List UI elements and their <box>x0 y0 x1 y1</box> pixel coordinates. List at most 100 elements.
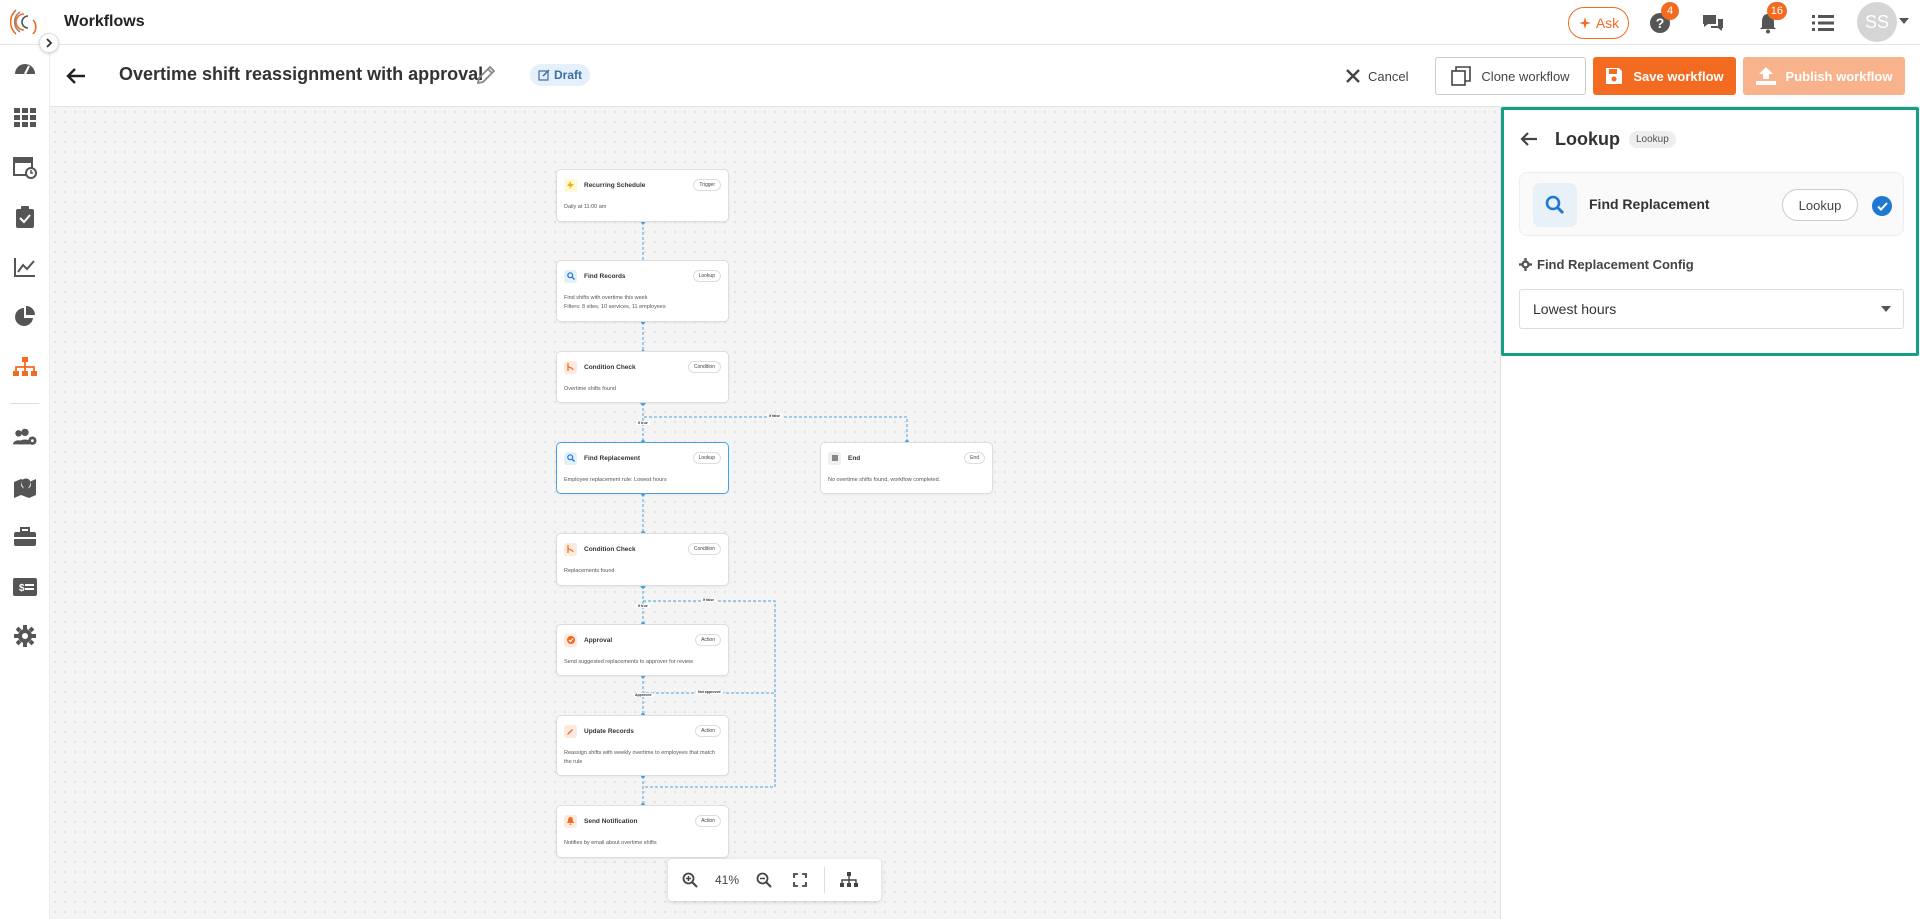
save-workflow-button[interactable]: Save workflow <box>1593 57 1736 95</box>
search-icon <box>1533 183 1577 227</box>
edge-label: Not approved <box>696 690 723 694</box>
sidebar-item-workflows[interactable] <box>13 355 37 379</box>
back-arrow-icon[interactable] <box>1519 129 1539 149</box>
node-title: Approval <box>584 636 613 644</box>
cancel-label: Cancel <box>1368 68 1409 84</box>
workflow-node[interactable]: Find Records Lookup Find shifts with ove… <box>556 260 729 322</box>
sidebar-item-jobs[interactable] <box>13 525 37 549</box>
search-icon <box>564 451 577 465</box>
ask-button[interactable]: Ask <box>1568 7 1629 39</box>
clone-label: Clone workflow <box>1481 68 1570 84</box>
sidebar-item-tasks[interactable] <box>13 205 37 229</box>
logo-icon[interactable] <box>10 4 44 38</box>
node-tag: Action <box>695 815 721 827</box>
publish-label: Publish workflow <box>1785 68 1893 84</box>
node-tag: Lookup <box>692 452 721 464</box>
node-description: No overtime shifts found, workflow compl… <box>828 477 941 483</box>
chevron-down-icon[interactable] <box>1899 18 1909 24</box>
node-title: Condition Check <box>584 545 636 553</box>
search-icon <box>564 269 577 283</box>
ask-label: Ask <box>1595 15 1620 31</box>
money-card-icon: $ <box>13 578 37 596</box>
workflow-node[interactable]: Recurring Schedule Trigger Daily at 11:0… <box>556 169 729 222</box>
zoom-out-button[interactable] <box>746 859 782 901</box>
publish-workflow-button[interactable]: Publish workflow <box>1743 57 1905 95</box>
workflow-title: Overtime shift reassignment with approva… <box>119 64 484 84</box>
sidebar-item-grid[interactable] <box>13 106 37 130</box>
workflow-node-selected[interactable]: Find Replacement Lookup Employee replace… <box>556 442 729 494</box>
edit-square-icon <box>538 69 550 81</box>
messages-button[interactable] <box>1700 10 1726 36</box>
edge-label: Approved <box>633 693 654 697</box>
top-bar: Workflows Ask ? 4 16 SS <box>0 0 1920 45</box>
panel-type-badge: Lookup <box>1629 131 1676 148</box>
clone-workflow-button[interactable]: Clone workflow <box>1435 57 1586 95</box>
back-arrow-icon[interactable] <box>65 65 87 87</box>
selected-node-card[interactable]: Find Replacement Lookup <box>1519 172 1904 236</box>
workflow-node[interactable]: Condition Check Condition Overtime shift… <box>556 351 729 403</box>
workflow-node[interactable]: Update Records Action Reassign shifts wi… <box>556 715 729 776</box>
node-tag: Condition <box>687 543 721 555</box>
sitemap-icon <box>840 872 858 887</box>
pencil-icon[interactable] <box>475 64 497 86</box>
sidebar-item-billing[interactable]: $ <box>13 575 37 599</box>
node-description: Employee replacement rule: Lowest hours <box>564 477 667 483</box>
sidebar-item-schedule[interactable] <box>13 155 37 179</box>
sidebar-item-employees[interactable] <box>13 425 37 449</box>
workflow-node[interactable]: Approval Action Send suggested replaceme… <box>556 624 729 676</box>
gauge-icon <box>15 64 35 75</box>
map-marker-icon <box>14 478 36 498</box>
svg-text:$: $ <box>19 583 25 594</box>
panel-title: Lookup <box>1555 129 1620 149</box>
node-tag: Action <box>695 725 721 737</box>
sidebar-item-dashboard[interactable] <box>13 56 37 80</box>
node-name: Find Replacement <box>1589 196 1710 212</box>
sidebar-item-analytics[interactable] <box>13 255 37 279</box>
node-title: Recurring Schedule <box>584 181 646 189</box>
chevron-right-icon <box>46 38 53 48</box>
node-description: Overtime shifts found <box>564 386 616 392</box>
workflow-canvas[interactable]: If true If false If true If false Approv… <box>50 107 1500 919</box>
config-label-text: Find Replacement Config <box>1537 257 1694 272</box>
zoom-level: 41% <box>714 873 740 887</box>
auto-layout-button[interactable] <box>831 859 867 901</box>
fit-view-button[interactable] <box>782 859 818 901</box>
zoom-toolbar: 41% <box>668 859 881 901</box>
sparkle-icon <box>1578 17 1591 29</box>
select-value: Lowest hours <box>1533 301 1617 317</box>
help-button[interactable]: ? 4 <box>1647 2 1679 36</box>
calendar-clock-icon <box>13 157 37 179</box>
node-config-panel: Lookup Lookup Find Replacement Lookup Fi… <box>1500 107 1920 919</box>
notifications-badge: 16 <box>1766 2 1787 20</box>
edge-label: If false <box>767 414 783 418</box>
workflow-node[interactable]: Condition Check Condition Replacements f… <box>556 533 729 586</box>
node-description: Replacements found <box>564 568 615 574</box>
chat-icon <box>1703 15 1723 31</box>
notifications-button[interactable]: 16 <box>1755 2 1787 36</box>
cancel-button[interactable]: Cancel <box>1346 62 1408 90</box>
sidebar-item-locations[interactable] <box>13 475 37 499</box>
replacement-rule-select[interactable]: Lowest hours <box>1519 289 1904 329</box>
upload-icon <box>1755 67 1776 85</box>
sidebar-item-settings[interactable] <box>13 624 37 648</box>
expand-icon <box>793 873 807 887</box>
node-type-tag: Lookup <box>1782 189 1858 221</box>
workflow-node[interactable]: Send Notification Action Notifies by ema… <box>556 805 729 858</box>
status-badge-label: Draft <box>554 68 583 82</box>
pie-chart-icon <box>15 306 35 326</box>
save-label: Save workflow <box>1633 68 1724 84</box>
node-tag: Action <box>695 634 721 646</box>
node-description: Find shifts with overtime this week Filt… <box>564 295 666 310</box>
list-button[interactable] <box>1810 10 1836 36</box>
branch-icon <box>564 360 577 374</box>
node-tag: Lookup <box>692 270 721 282</box>
workflow-node[interactable]: End End No overtime shifts found, workfl… <box>820 442 993 494</box>
sidebar-toggle-button[interactable] <box>39 33 59 53</box>
zoom-in-button[interactable] <box>672 859 708 901</box>
sidebar-item-reports[interactable] <box>13 305 37 329</box>
node-tag: Condition <box>687 361 721 373</box>
edge-label: If true <box>636 421 650 425</box>
node-description: Send suggested replacements to approver … <box>564 659 694 665</box>
check-icon <box>1872 196 1892 216</box>
avatar[interactable]: SS <box>1857 2 1897 42</box>
